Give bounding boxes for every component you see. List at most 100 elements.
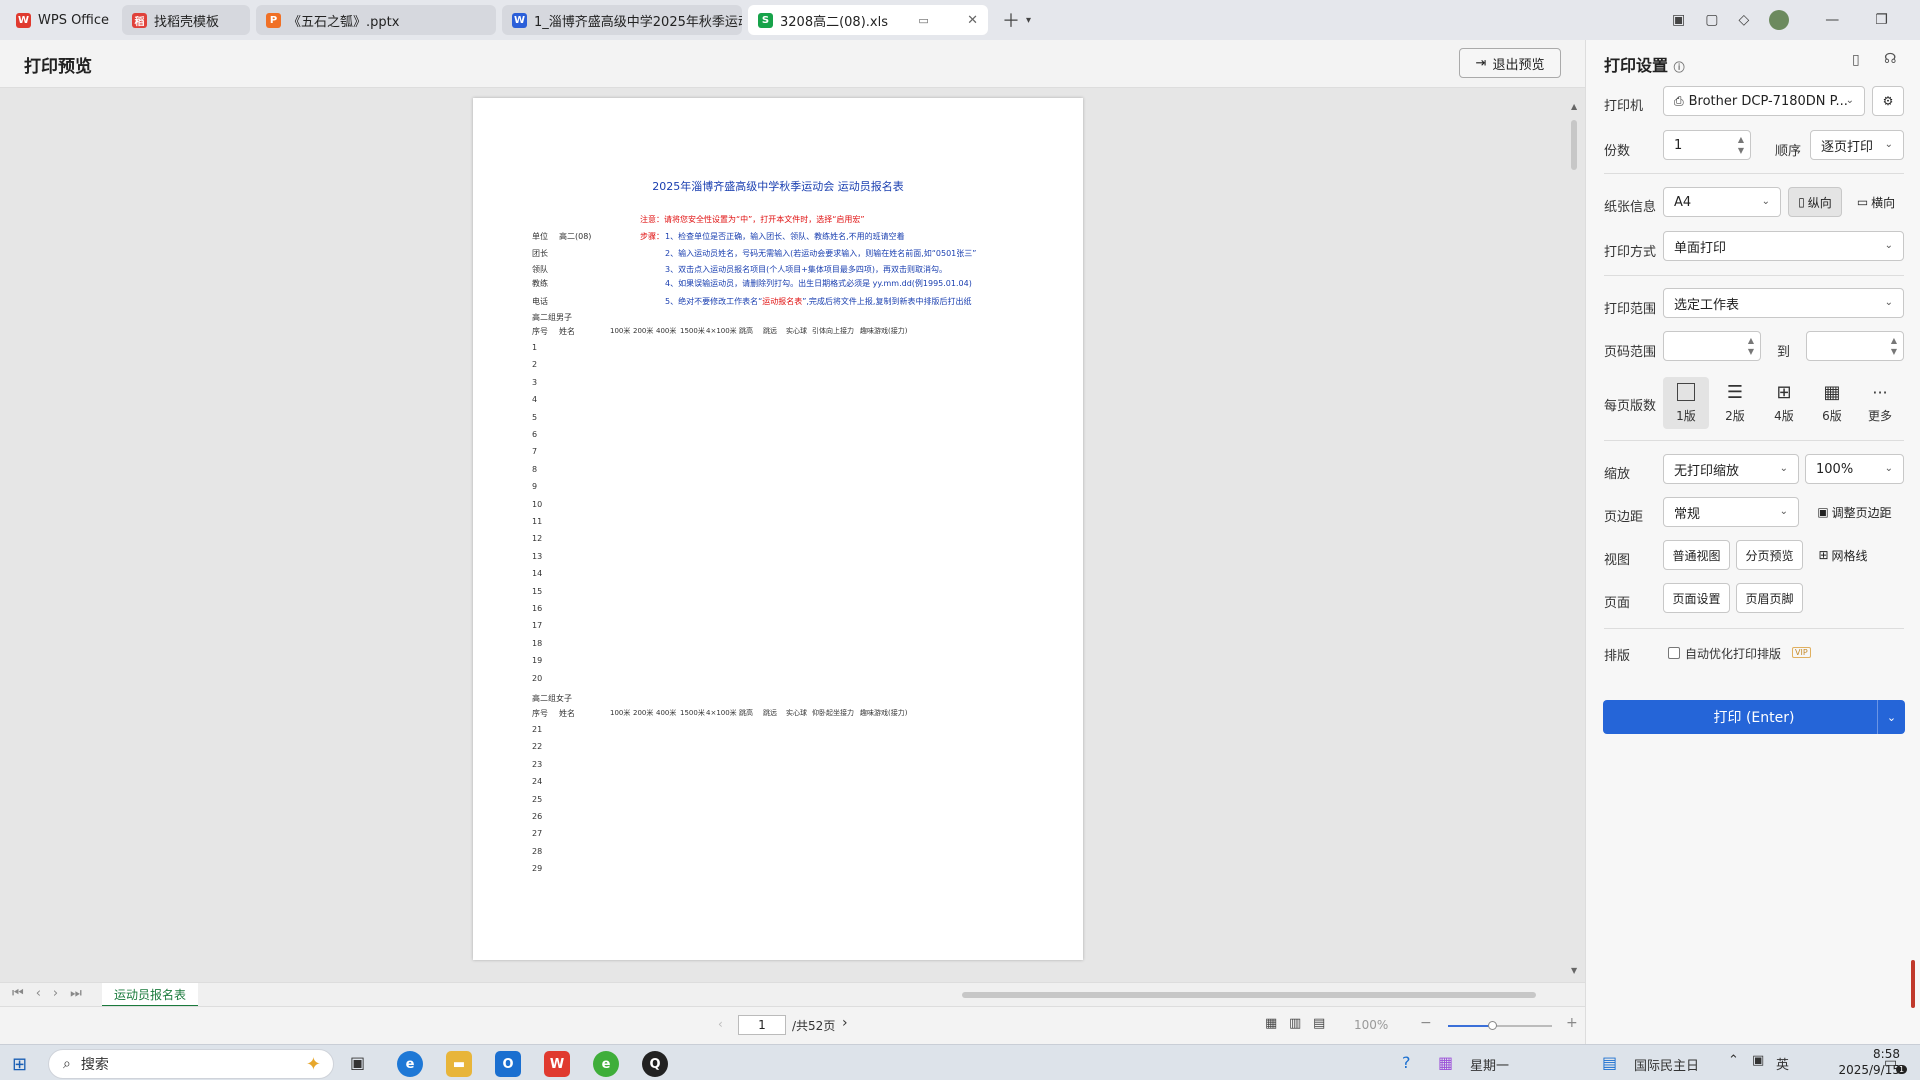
stepper-arrows-icon[interactable]: ▲ ▼: [1891, 335, 1897, 357]
help-tray-icon[interactable]: ?: [1402, 1053, 1411, 1072]
tab-dropdown-chevron-icon[interactable]: ▾: [1026, 15, 1031, 26]
event-header: 实心球: [786, 327, 807, 335]
zoom-in-icon[interactable]: +: [1566, 1015, 1578, 1031]
file-explorer-icon[interactable]: ▬: [446, 1051, 472, 1077]
zoom-out-icon[interactable]: −: [1420, 1015, 1432, 1031]
scroll-up-icon[interactable]: ▲: [1571, 102, 1577, 111]
scroll-down-icon[interactable]: ▼: [1571, 966, 1577, 975]
prev-page-icon[interactable]: ‹: [718, 1017, 723, 1031]
step-3: 3、双击点入运动员报名项目(个人项目+集体项目最多四项)，再双击则取消勾。: [665, 265, 948, 274]
scale-select[interactable]: 无打印缩放 ⌄: [1663, 454, 1799, 484]
scale-percent-select[interactable]: 100% ⌄: [1805, 454, 1904, 484]
status-bar: ‹ 1 /共52页 › ▦ ▥ ▤ 100% − +: [0, 1006, 1585, 1044]
task-view-icon[interactable]: ▣: [350, 1053, 365, 1072]
tray-app-icon[interactable]: ▣: [1752, 1053, 1764, 1068]
ime-indicator[interactable]: 英: [1776, 1054, 1789, 1073]
page-layout-icon[interactable]: ▥: [1289, 1016, 1301, 1031]
normal-view-icon[interactable]: ▦: [1265, 1016, 1277, 1031]
layout-1-per-page[interactable]: 1版: [1663, 377, 1709, 429]
print-mode-select[interactable]: 单面打印 ⌄: [1663, 231, 1904, 261]
wps-taskbar-icon[interactable]: W: [544, 1051, 570, 1077]
tab-docer[interactable]: 稻 找稻壳模板: [122, 5, 250, 35]
page-setup-button[interactable]: 页面设置: [1663, 583, 1730, 613]
tab-xls[interactable]: S 3208高二(08).xls ▭ ✕: [748, 5, 988, 35]
taskbar-search[interactable]: ⌕ 搜索 ✦: [48, 1049, 334, 1079]
order-select[interactable]: 逐页打印 ⌄: [1810, 130, 1904, 160]
last-sheet-icon[interactable]: ⏭: [70, 986, 82, 1001]
page-to-input[interactable]: ▲ ▼: [1806, 331, 1904, 361]
divider: [1604, 173, 1904, 174]
portrait-button[interactable]: ▯ 纵向: [1788, 187, 1842, 217]
printer-icon: ⎙: [1674, 93, 1684, 108]
tab-label: 《五石之瓠》.pptx: [288, 14, 400, 30]
pptx-icon: P: [266, 12, 281, 28]
headset-icon[interactable]: ☊: [1884, 51, 1896, 67]
row-number: 17: [532, 621, 543, 631]
next-page-icon[interactable]: ›: [842, 1015, 848, 1031]
chevron-down-icon: ⌄: [1884, 240, 1893, 251]
layout-6-per-page[interactable]: ▦ 6版: [1809, 377, 1855, 429]
gridlines-button[interactable]: ⊞ 网格线: [1808, 540, 1878, 570]
zoom-slider-knob[interactable]: [1487, 1021, 1497, 1030]
sheet-tab-active[interactable]: 运动员报名表: [102, 983, 199, 1007]
image-icon[interactable]: ▣: [1672, 12, 1685, 28]
restore-icon[interactable]: ❐: [1875, 12, 1888, 28]
prev-sheet-icon[interactable]: ‹: [36, 986, 41, 1001]
window-icon[interactable]: ▭: [918, 14, 928, 27]
row-number: 15: [532, 586, 543, 596]
tab-docx[interactable]: W 1_淄博齐盛高级中学2025年秋季运动: [502, 5, 742, 35]
horizontal-scrollbar-thumb[interactable]: [962, 992, 1536, 998]
paper-size-select[interactable]: A4 ⌄: [1663, 187, 1781, 217]
layout-more-label: 更多: [1867, 409, 1892, 423]
panel-layout-icon[interactable]: ▯: [1852, 52, 1860, 68]
windows-start-icon[interactable]: ⊞: [12, 1054, 27, 1075]
reading-view-icon[interactable]: ▤: [1313, 1016, 1325, 1031]
page-break-preview-button[interactable]: 分页预览: [1736, 540, 1803, 570]
close-tab-icon[interactable]: ✕: [959, 13, 978, 28]
news-text[interactable]: 国际民主日: [1634, 1055, 1699, 1074]
qq-icon[interactable]: Q: [642, 1051, 668, 1077]
layout-more[interactable]: ··· 更多: [1857, 377, 1903, 429]
layout-2-per-page[interactable]: ☰ 2版: [1712, 377, 1758, 429]
print-options-dropdown[interactable]: ⌄: [1877, 700, 1905, 734]
landscape-button[interactable]: ▭ 横向: [1848, 187, 1904, 217]
auto-optimize-checkbox[interactable]: [1668, 647, 1680, 659]
auto-optimize-label: 自动优化打印排版: [1685, 647, 1782, 661]
adjust-margin-button[interactable]: ▣ 调整页边距: [1805, 497, 1904, 527]
minimize-icon[interactable]: —: [1825, 12, 1839, 28]
step-5-sheet-name: 运动报名表: [762, 297, 803, 306]
tab-pptx[interactable]: P 《五石之瓠》.pptx: [256, 5, 496, 35]
margin-select[interactable]: 常规 ⌄: [1663, 497, 1799, 527]
tray-chevron-up-icon[interactable]: ⌃: [1728, 1053, 1739, 1068]
new-tab-plus-icon[interactable]: ＋: [1002, 7, 1020, 33]
zoom-slider[interactable]: [1448, 1021, 1552, 1030]
first-sheet-icon[interactable]: ⏮: [12, 986, 24, 1001]
weather-text[interactable]: 星期一: [1470, 1055, 1509, 1074]
page-label: 页面: [1604, 596, 1631, 611]
avatar[interactable]: [1769, 10, 1790, 30]
page-from-input[interactable]: ▲ ▼: [1663, 331, 1761, 361]
tile-icon[interactable]: ▢: [1705, 12, 1718, 28]
print-range-select[interactable]: 选定工作表 ⌄: [1663, 288, 1904, 318]
header-footer-button[interactable]: 页眉页脚: [1736, 583, 1803, 613]
help-icon[interactable]: ⓘ: [1674, 61, 1685, 74]
next-sheet-icon[interactable]: ›: [53, 986, 58, 1001]
normal-view-button[interactable]: 普通视图: [1663, 540, 1730, 570]
print-button[interactable]: 打印 (Enter) ⌄: [1603, 700, 1905, 734]
stepper-arrows-icon[interactable]: ▲ ▼: [1738, 134, 1744, 156]
vertical-scrollbar-thumb[interactable]: [1571, 120, 1577, 170]
outlook-icon[interactable]: O: [495, 1051, 521, 1077]
news-icon[interactable]: ▤: [1602, 1053, 1617, 1072]
copies-stepper[interactable]: 1 ▲ ▼: [1663, 130, 1751, 160]
stepper-arrows-icon[interactable]: ▲ ▼: [1748, 335, 1754, 357]
tab-wps-home[interactable]: W WPS Office: [6, 5, 116, 35]
edge-icon[interactable]: e: [397, 1051, 423, 1077]
printer-select[interactable]: ⎙ Brother DCP-7180DN P... ⌄: [1663, 86, 1865, 116]
browser-e-icon[interactable]: e: [593, 1051, 619, 1077]
calendar-icon[interactable]: ▦: [1438, 1053, 1453, 1072]
cube-icon[interactable]: ◇: [1738, 12, 1749, 28]
exit-preview-button[interactable]: ⇥ 退出预览: [1459, 48, 1561, 78]
page-number-input[interactable]: 1: [738, 1015, 786, 1035]
layout-4-per-page[interactable]: ⊞ 4版: [1761, 377, 1807, 429]
printer-settings-button[interactable]: ⚙: [1872, 86, 1904, 116]
